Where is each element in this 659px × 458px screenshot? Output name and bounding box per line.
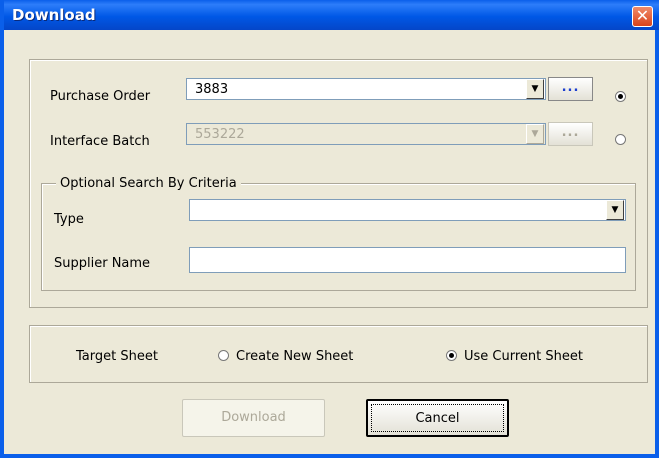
close-icon[interactable]: ✕ [632,6,653,27]
interface-batch-radio[interactable] [615,134,626,145]
interface-batch-dropdown-button[interactable]: ▼ [526,124,544,144]
interface-batch-value: 553222 [195,127,245,142]
radio-dot [449,353,454,358]
supplier-name-input[interactable] [189,247,626,273]
focus-rectangle [371,404,504,432]
interface-batch-browse-button[interactable]: ... [548,122,593,146]
create-new-sheet-label[interactable]: Create New Sheet [236,349,353,364]
type-dropdown-button[interactable]: ▼ [606,200,624,220]
chevron-down-icon: ▼ [531,129,539,139]
purchase-order-value: 3883 [195,82,229,97]
target-sheet-label: Target Sheet [76,349,158,364]
create-new-sheet-radio[interactable] [218,350,229,361]
title-bar: Download ✕ [4,0,659,30]
use-current-sheet-radio[interactable] [446,350,457,361]
purchase-order-combo[interactable]: 3883 [186,78,546,100]
criteria-legend: Optional Search By Criteria [56,176,241,191]
interface-batch-combo[interactable]: 553222 [186,123,546,145]
download-button[interactable]: Download [182,399,325,437]
purchase-order-radio[interactable] [615,91,626,102]
type-label: Type [54,212,84,227]
cancel-button[interactable]: Cancel [366,399,509,437]
purchase-order-label: Purchase Order [50,89,151,104]
radio-dot [618,94,623,99]
interface-batch-label: Interface Batch [50,134,150,149]
purchase-order-browse-button[interactable]: ... [548,77,593,101]
chevron-down-icon: ▼ [531,84,539,94]
window-title: Download [12,6,96,24]
type-combo[interactable] [189,199,626,221]
chevron-down-icon: ▼ [611,205,619,215]
purchase-order-dropdown-button[interactable]: ▼ [526,79,544,99]
use-current-sheet-label[interactable]: Use Current Sheet [464,349,583,364]
download-dialog: Download ✕ Purchase Order 3883 ▼ ... Int… [0,0,659,458]
supplier-name-label: Supplier Name [54,256,151,271]
